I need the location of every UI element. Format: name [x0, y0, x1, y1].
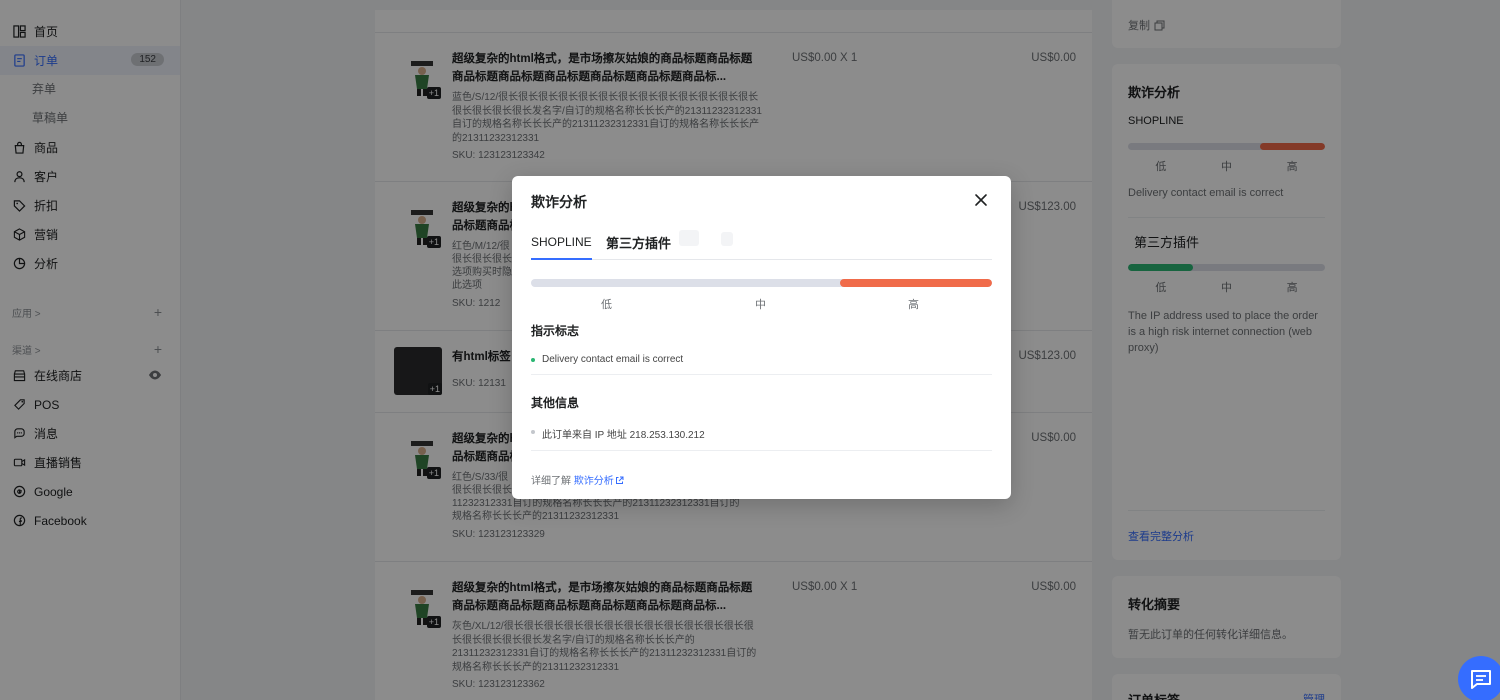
tab-placeholder — [721, 232, 733, 246]
status-dot-icon — [531, 358, 535, 362]
modal-risk-bar — [531, 279, 992, 287]
indicator-text: Delivery contact email is correct — [542, 354, 684, 365]
fraud-analysis-modal: 欺诈分析 SHOPLINE 第三方插件 低 中 高 指示标志 Delivery … — [512, 176, 1011, 499]
level-low: 低 — [601, 299, 612, 311]
indicators-title: 指示标志 — [531, 324, 580, 338]
tab-third-party[interactable]: 第三方插件 — [606, 236, 671, 262]
level-mid: 中 — [755, 299, 766, 311]
modal-footer: 详细了解 欺诈分析 — [531, 472, 624, 487]
external-link-icon — [615, 476, 624, 484]
tab-placeholder — [679, 230, 699, 246]
modal-tabs: SHOPLINE 第三方插件 — [531, 230, 992, 262]
fraud-analysis-link[interactable]: 欺诈分析 — [574, 476, 624, 487]
other-info-title: 其他信息 — [531, 396, 580, 410]
indicator-item: Delivery contact email is correct — [531, 354, 992, 375]
modal-title: 欺诈分析 — [531, 194, 587, 210]
status-dot-icon — [531, 430, 535, 434]
close-icon[interactable] — [973, 192, 989, 208]
other-info-text: 此订单来自 IP 地址 218.253.130.212 — [542, 430, 705, 441]
chat-button[interactable] — [1458, 656, 1500, 700]
fraud-analysis-link-label: 欺诈分析 — [573, 476, 614, 487]
level-high: 高 — [908, 299, 919, 311]
chat-icon — [1471, 670, 1491, 689]
other-info-item: 此订单来自 IP 地址 218.253.130.212 — [531, 426, 992, 451]
modal-risk-fill — [839, 279, 992, 287]
tab-shopline[interactable]: SHOPLINE — [531, 234, 592, 260]
footer-prefix: 详细了解 — [531, 476, 574, 487]
